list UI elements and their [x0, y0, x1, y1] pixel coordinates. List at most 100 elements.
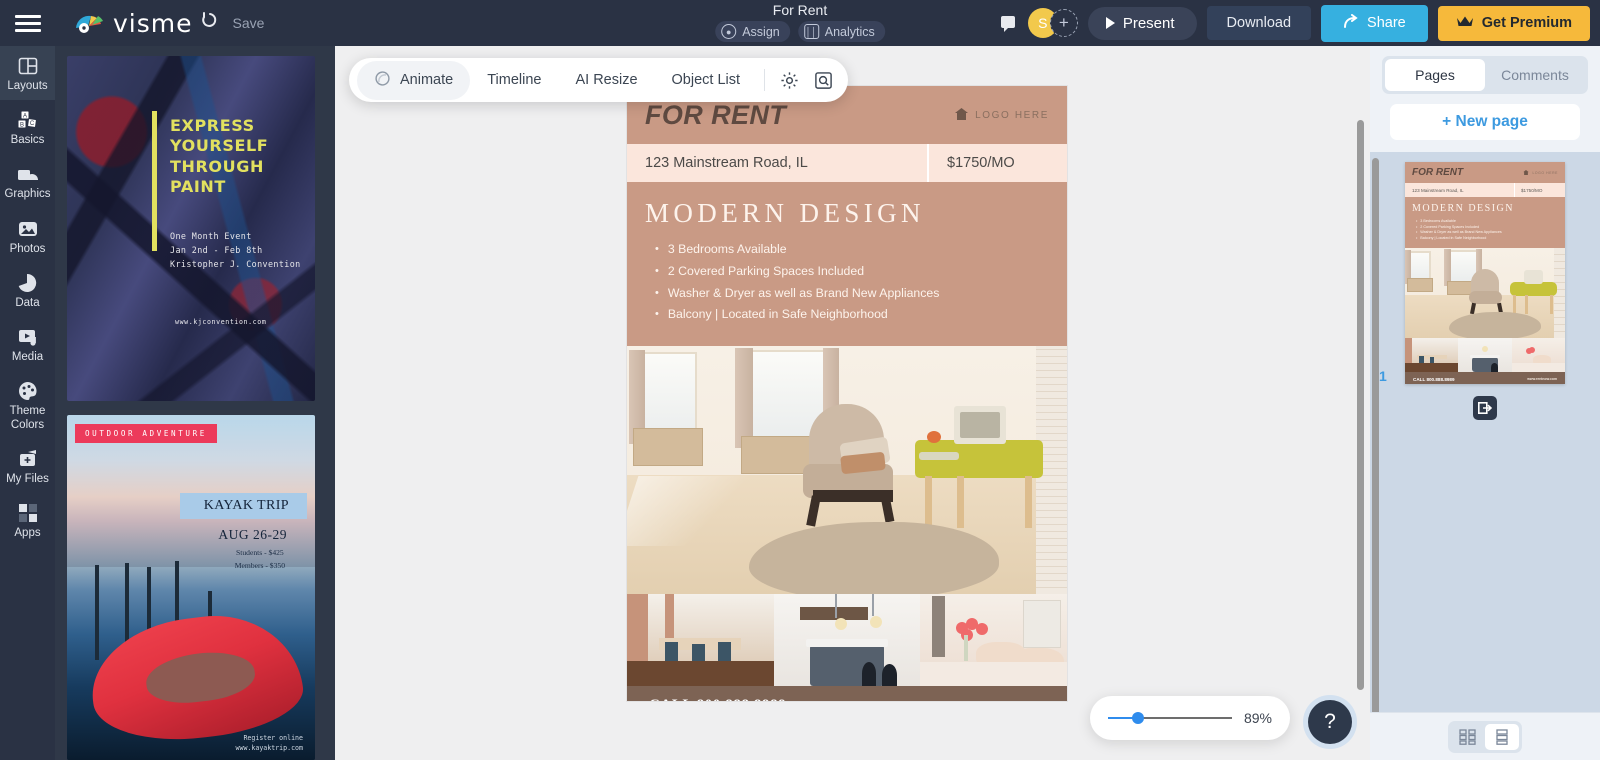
- zoom-slider-track[interactable]: [1108, 712, 1232, 724]
- feature-text: 2 Covered Parking Spaces Included: [667, 263, 865, 278]
- sidebar-item-theme-colors[interactable]: Theme Colors: [0, 371, 55, 438]
- right-panel-footer: [1370, 712, 1600, 760]
- sidebar-label-apps: Apps: [14, 526, 41, 539]
- view-toggle: [1448, 720, 1522, 753]
- play-icon: [1105, 17, 1115, 29]
- thumb-address: 123 Mainstream Road, IL: [1405, 183, 1514, 197]
- analytics-bars-icon: ││: [803, 24, 819, 39]
- page-thumbnail-1[interactable]: FOR RENT LOGO HERE 123 Mainstream Road, …: [1405, 162, 1565, 384]
- template-tag: OUTDOOR ADVENTURE: [75, 424, 217, 443]
- template-title: KAYAK TRIP: [179, 493, 307, 519]
- home-icon: [1523, 169, 1530, 176]
- strip-photo-dining: [627, 594, 774, 687]
- comment-icon[interactable]: [998, 13, 1018, 33]
- list-view-icon[interactable]: [1485, 723, 1519, 750]
- sidebar-item-apps[interactable]: Apps: [0, 493, 55, 547]
- sidebar-item-layouts[interactable]: Layouts: [0, 46, 55, 101]
- template-prices: Students - $425 Members - $350: [235, 547, 285, 573]
- top-right-actions: S + Present Download Share Get Premium: [998, 0, 1590, 46]
- brand-logo[interactable]: visme: [74, 9, 193, 38]
- save-button[interactable]: Save: [233, 15, 265, 31]
- analytics-button[interactable]: ││ Analytics: [797, 21, 885, 42]
- design-feature-item: • Washer & Dryer as well as Brand New App…: [645, 285, 1049, 303]
- document-title-group: For Rent ● Assign ││ Analytics: [715, 2, 885, 42]
- design-heading: MODERN DESIGN: [645, 198, 925, 228]
- palette-icon: [17, 380, 39, 402]
- dock-post: [95, 565, 99, 660]
- thumb-logo-text: LOGO HERE: [1532, 170, 1558, 175]
- design-website: www.rentnow.com: [946, 700, 1045, 701]
- strip-photo-kitchen: [773, 594, 921, 687]
- pie-chart-icon: [17, 272, 39, 294]
- sidebar-item-basics[interactable]: ABC Basics: [0, 100, 55, 154]
- tab-comments[interactable]: Comments: [1485, 59, 1585, 91]
- tab-ai-resize[interactable]: AI Resize: [558, 63, 654, 97]
- tab-pages[interactable]: Pages: [1385, 59, 1485, 91]
- help-button[interactable]: ?: [1308, 700, 1352, 744]
- left-rail: Layouts ABC Basics Graphics Photos Data …: [0, 46, 55, 760]
- template-title: EXPRESS YOURSELF THROUGH PAINT: [170, 116, 269, 197]
- design-feature-item: • Balcony | Located in Safe Neighborhood: [645, 306, 1049, 324]
- canvas-area: Animate Timeline AI Resize Object List F…: [335, 46, 1370, 760]
- subtitle-line: One Month Event: [170, 231, 252, 241]
- crown-icon: [1456, 15, 1474, 32]
- assign-label: Assign: [742, 24, 780, 39]
- sidebar-item-media[interactable]: Media: [0, 317, 55, 371]
- sidebar-item-graphics[interactable]: Graphics: [0, 154, 55, 208]
- design-price: $1750/MO: [927, 144, 1067, 182]
- tab-animate[interactable]: Animate: [357, 60, 471, 100]
- tab-timeline[interactable]: Timeline: [470, 63, 558, 97]
- sidebar-item-photos[interactable]: Photos: [0, 209, 55, 263]
- bullet-icon: •: [1416, 235, 1418, 240]
- gear-icon[interactable]: [772, 63, 806, 97]
- bullet-icon: •: [655, 264, 659, 277]
- brand-name: visme: [113, 8, 193, 38]
- magnifier-preview-icon[interactable]: [806, 63, 840, 97]
- bullet-icon: •: [655, 308, 659, 321]
- zoom-slider-handle[interactable]: [1131, 712, 1144, 724]
- toolbar-divider: [764, 69, 766, 91]
- template-card-express-yourself[interactable]: EXPRESS YOURSELF THROUGH PAINT One Month…: [67, 56, 315, 401]
- download-button[interactable]: Download: [1206, 6, 1312, 40]
- grid-view-icon[interactable]: [1451, 724, 1485, 750]
- design-address-row: 123 Mainstream Road, IL $1750/MO: [627, 144, 1067, 182]
- thumb-phone: CALL 800.888.8989: [1413, 376, 1455, 382]
- assign-button[interactable]: ● Assign: [715, 21, 790, 42]
- pages-scrollbar[interactable]: [1372, 158, 1379, 718]
- design-footer: CALL 800.888.8989 www.rentnow.com: [627, 686, 1067, 701]
- tab-object-list[interactable]: Object List: [655, 63, 758, 97]
- analytics-label: Analytics: [824, 24, 875, 39]
- thumb-strip-bedroom: [1511, 338, 1565, 373]
- design-photo-strip: [627, 594, 1067, 687]
- share-label: Share: [1367, 15, 1406, 31]
- design-body: MODERN DESIGN • 3 Bedrooms Available • 2 C…: [627, 182, 1067, 347]
- sidebar-item-data[interactable]: Data: [0, 263, 55, 317]
- folder-plus-icon: [17, 448, 39, 470]
- svg-text:C: C: [29, 121, 34, 127]
- canvas-scrollbar[interactable]: [1357, 120, 1364, 690]
- thumb-website: www.rentnow.com: [1527, 377, 1557, 382]
- design-title: FOR RENT: [645, 99, 787, 130]
- new-page-button[interactable]: + New page: [1390, 104, 1580, 140]
- thumb-title: FOR RENT: [1412, 167, 1464, 178]
- add-slide-icon[interactable]: [1473, 396, 1497, 420]
- living-room-illustration: [627, 346, 1067, 595]
- logo-text: LOGO HERE: [975, 109, 1049, 121]
- share-button[interactable]: Share: [1321, 4, 1428, 42]
- collaborators: S +: [1027, 8, 1078, 38]
- present-button[interactable]: Present: [1087, 6, 1197, 40]
- sidebar-label-graphics: Graphics: [4, 188, 51, 201]
- document-title[interactable]: For Rent: [773, 2, 827, 18]
- add-collaborator-button[interactable]: +: [1049, 9, 1078, 37]
- price-line: Students - $425: [236, 548, 284, 557]
- template-card-kayak-trip[interactable]: OUTDOOR ADVENTURE KAYAK TRIP AUG 26-29 S…: [67, 415, 315, 760]
- strip-photo-bedroom: [920, 594, 1067, 687]
- sidebar-item-my-files[interactable]: My Files: [0, 439, 55, 493]
- hamburger-menu-icon[interactable]: [0, 0, 56, 46]
- page-number: 1: [1379, 368, 1387, 384]
- accent-bar: [152, 111, 157, 251]
- get-premium-button[interactable]: Get Premium: [1437, 5, 1590, 41]
- design-canvas[interactable]: FOR RENT LOGO HERE 123 Mainstream Road, …: [627, 86, 1067, 701]
- price-line: Members - $350: [234, 560, 285, 570]
- undo-icon[interactable]: [199, 10, 221, 37]
